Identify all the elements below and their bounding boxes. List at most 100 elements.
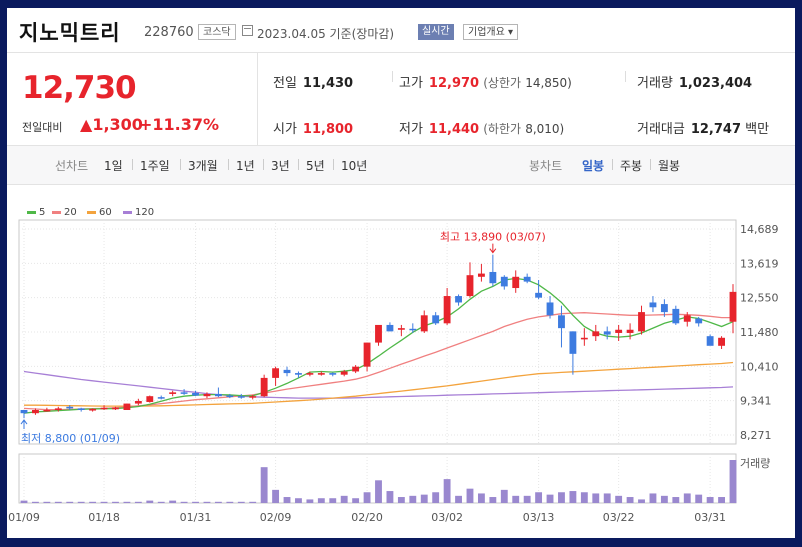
candle-body (718, 337, 725, 346)
candle-body (672, 308, 680, 324)
candle-body (89, 409, 97, 411)
x-tick-label: 01/18 (88, 511, 120, 524)
candle-body (409, 328, 417, 331)
candle-body (203, 393, 211, 397)
candle-body (397, 328, 405, 330)
volume-bar (352, 498, 360, 503)
high-annotation: 최고 13,890 (03/07) (440, 231, 546, 244)
candle-body (626, 329, 634, 333)
volume-bar (672, 497, 680, 503)
candle-body (638, 312, 645, 332)
y-tick-label: 8,271 (740, 429, 772, 442)
volume-bar (226, 501, 234, 503)
candle-body (329, 373, 337, 375)
candle-body (443, 296, 451, 324)
volume-bar (169, 500, 177, 503)
candle-body (386, 324, 394, 332)
volume-bar (89, 501, 97, 503)
volume-bar (100, 501, 108, 503)
volume-bar (123, 501, 131, 503)
candle-body (615, 329, 623, 333)
volume-bar (477, 493, 485, 503)
volume-bar (203, 501, 211, 503)
candle-body (523, 276, 531, 282)
volume-bar (615, 495, 623, 503)
volume-bar (249, 501, 257, 503)
candle-body (340, 371, 348, 375)
volume-bar (340, 495, 348, 503)
volume-bar (134, 501, 142, 503)
volume-bar (455, 495, 462, 503)
candle-body (363, 342, 371, 367)
volume-bar (729, 460, 737, 503)
candle-body (54, 408, 62, 410)
volume-bar (649, 493, 657, 503)
volume-bar (706, 497, 714, 503)
candle-body (569, 331, 577, 354)
y-tick-label: 12,550 (740, 292, 779, 305)
volume-bar (237, 501, 245, 503)
volume-bar (157, 501, 165, 503)
x-tick-label: 01/09 (8, 511, 40, 524)
candle-body (683, 315, 691, 322)
candle-body (32, 409, 39, 414)
x-tick-label: 03/13 (523, 511, 555, 524)
low-annotation: 최저 8,800 (01/09) (21, 432, 120, 445)
candle-body (192, 392, 199, 396)
candle-body (706, 336, 714, 346)
volume-bar (443, 479, 451, 503)
volume-bar (592, 493, 600, 503)
candle-body (489, 271, 497, 284)
volume-bar (718, 497, 725, 503)
volume-bar (695, 494, 703, 503)
high-arrow-icon (489, 243, 497, 254)
stock-widget: 지노믹트리 228760 코스닥 2023.04.05 기준(장마감) 실시간 … (7, 8, 795, 538)
volume-bar (558, 492, 565, 503)
x-tick-label: 01/31 (180, 511, 212, 524)
x-tick-label: 02/20 (351, 511, 383, 524)
candle-body (420, 315, 428, 332)
volume-bar (112, 501, 119, 503)
volume-bar (466, 488, 474, 503)
candle-body (695, 318, 703, 324)
candle-body (146, 396, 154, 402)
candle-body (592, 331, 600, 337)
volume-bar (546, 494, 554, 503)
volume-bar (272, 489, 280, 503)
ma60-line (24, 361, 734, 407)
volume-bar (420, 494, 428, 503)
y-tick-label: 9,341 (740, 395, 772, 408)
candle-body (317, 373, 325, 375)
candle-body (660, 304, 668, 313)
volume-bar (260, 467, 268, 503)
y-tick-label: 10,410 (740, 360, 779, 373)
volume-bar (306, 499, 314, 503)
candle-body (260, 377, 268, 397)
candle-body (123, 403, 131, 410)
volume-bar (660, 495, 668, 503)
volume-bar (569, 491, 577, 503)
candle-body (375, 324, 382, 343)
x-tick-label: 03/22 (603, 511, 635, 524)
volume-bar (535, 492, 543, 503)
volume-bar (375, 480, 382, 503)
candle-body (500, 276, 508, 287)
candle-body (432, 315, 440, 324)
candle-body (283, 369, 291, 374)
candle-body (580, 337, 588, 340)
candle-body (66, 406, 74, 409)
candle-body (729, 291, 737, 322)
volume-bar (363, 492, 371, 503)
candle-body (226, 395, 234, 398)
volume-bar (180, 501, 188, 503)
volume-bar (283, 497, 291, 503)
candle-body (603, 331, 611, 335)
volume-bar (214, 501, 222, 503)
volume-bar (626, 497, 634, 503)
volume-bar (329, 498, 337, 503)
candle-body (272, 368, 280, 378)
volume-bar (409, 495, 417, 503)
candle-body (134, 401, 142, 404)
x-tick-label: 03/31 (694, 511, 726, 524)
candle-body (466, 275, 474, 297)
